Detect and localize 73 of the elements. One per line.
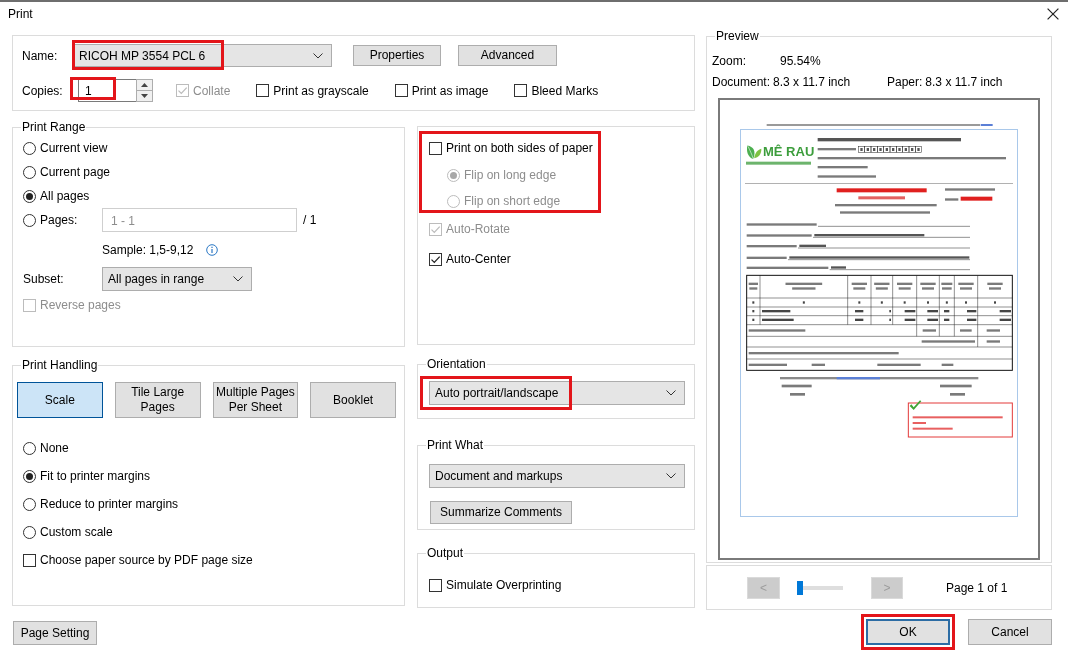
radio-label[interactable]: Current page — [40, 165, 111, 179]
info-label: Document: — [712, 75, 771, 89]
checkbox[interactable] — [429, 578, 442, 592]
field-label: Name: — [22, 48, 59, 63]
page-setting-button[interactable]: Page Setting — [13, 621, 97, 645]
checkbox[interactable] — [256, 84, 270, 97]
cancel-button[interactable]: Cancel — [968, 619, 1052, 645]
radio-label[interactable]: Current view — [40, 141, 108, 155]
checkbox-label[interactable]: Bleed Marks — [531, 83, 599, 98]
mode-button[interactable]: Scale — [17, 382, 103, 418]
leaf-icon — [745, 143, 762, 160]
radio-button[interactable] — [23, 165, 36, 179]
field-label: Copies: — [22, 83, 64, 98]
logo-text: MÊ RAU — [763, 143, 815, 160]
radio-label[interactable]: All pages — [40, 189, 90, 203]
info-value: 95.54% — [780, 54, 821, 68]
checkbox-label[interactable]: Print as image — [411, 83, 489, 98]
mode-button[interactable]: Multiple Pages Per Sheet — [212, 382, 299, 418]
properties-button[interactable]: Properties — [353, 45, 441, 66]
radio-button[interactable] — [23, 213, 36, 227]
orientation-dropdown[interactable]: Auto portrait/landscape — [429, 381, 685, 405]
radio-label[interactable]: Custom scale — [40, 525, 113, 539]
checkbox-label[interactable]: Choose paper source by PDF page size — [40, 553, 253, 567]
chevron-down-icon — [233, 276, 243, 282]
info-label: Zoom: — [712, 54, 747, 68]
info-label: Paper: — [887, 75, 923, 89]
close-icon[interactable] — [1047, 8, 1059, 20]
checkbox[interactable] — [429, 252, 442, 266]
info-value: 8.3 x 11.7 inch — [773, 75, 851, 89]
checkbox[interactable] — [23, 553, 36, 567]
group-title: Print Handling — [21, 357, 99, 373]
triangle-up-icon — [141, 83, 148, 87]
radio-button[interactable] — [23, 441, 36, 455]
radio-label[interactable]: Reduce to printer margins — [40, 497, 179, 511]
summarize-comments-button[interactable]: Summarize Comments — [430, 501, 572, 524]
chevron-down-icon — [666, 473, 676, 479]
mode-button[interactable]: Booklet — [310, 382, 396, 418]
triangle-down-icon — [141, 94, 148, 98]
window-title: Print — [8, 7, 33, 21]
ok-button[interactable]: OK — [866, 619, 950, 645]
print-what-dropdown[interactable]: Document and markups — [429, 464, 685, 488]
page-count: / 1 — [303, 213, 317, 227]
hint-text: Sample: 1,5-9,12 — [102, 243, 194, 257]
advanced-button[interactable]: Advanced — [458, 45, 557, 66]
field-label: Subset: — [23, 272, 65, 286]
radio-button[interactable] — [23, 469, 36, 483]
info-icon[interactable] — [206, 244, 219, 256]
radio-button[interactable] — [23, 497, 36, 511]
chevron-down-icon — [666, 390, 676, 396]
subset-dropdown[interactable]: All pages in range — [102, 267, 252, 291]
chevron-down-icon — [313, 52, 323, 59]
checkbox[interactable] — [429, 141, 442, 155]
checkbox[interactable] — [514, 84, 528, 97]
radio-label[interactable]: None — [40, 441, 69, 455]
spin-down-button[interactable] — [136, 90, 153, 102]
mode-button[interactable]: Tile Large Pages — [114, 382, 201, 418]
spin-up-button[interactable] — [136, 79, 153, 91]
checkbox-label[interactable]: Simulate Overprinting — [446, 578, 562, 592]
radio-button[interactable] — [23, 525, 36, 539]
checkbox-label[interactable]: Auto-Center — [446, 252, 511, 266]
checkbox[interactable] — [394, 84, 408, 97]
checkbox-label[interactable]: Print on both sides of paper — [446, 141, 593, 155]
radio-button[interactable] — [23, 189, 36, 203]
radio-label[interactable]: Pages: — [40, 213, 78, 227]
group-title: Output — [426, 545, 465, 561]
radio-button[interactable] — [23, 141, 36, 155]
checkbox-label[interactable]: Print as grayscale — [273, 83, 369, 98]
radio-label[interactable]: Fit to printer margins — [40, 469, 151, 483]
page-status: Page 1 of 1 — [946, 581, 1008, 595]
group-title: Print Range — [21, 119, 87, 135]
slider-thumb[interactable] — [797, 581, 803, 595]
info-value: 8.3 x 11.7 inch — [925, 75, 1003, 89]
printer-dropdown[interactable]: RICOH MP 3554 PCL 6 — [73, 44, 332, 67]
